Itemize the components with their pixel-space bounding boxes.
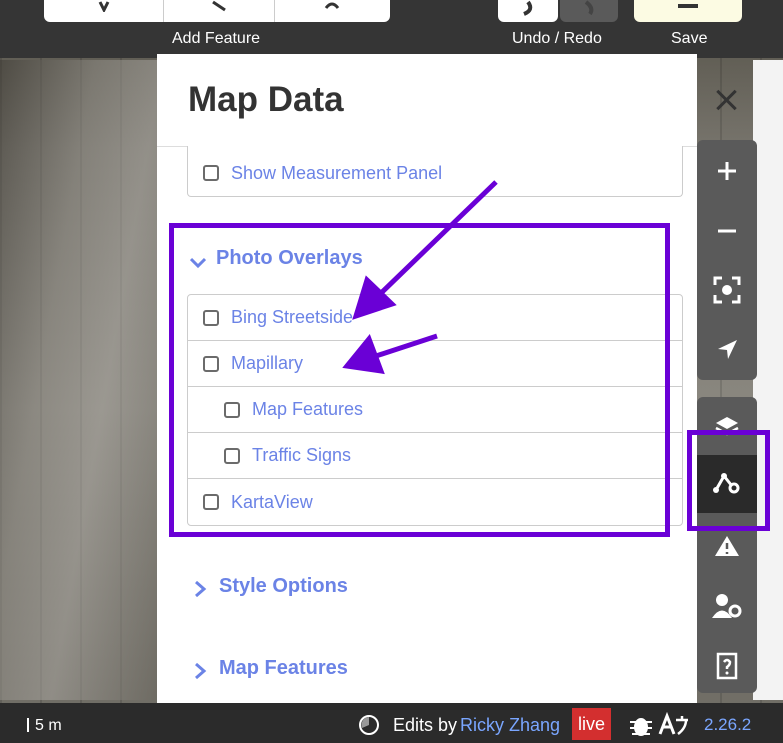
version-link[interactable]: 2.26.2 — [704, 715, 751, 735]
bug-icon[interactable] — [628, 712, 654, 738]
user-link[interactable]: Ricky Zhang — [460, 715, 560, 736]
scale-bar — [27, 718, 29, 732]
translate-icon[interactable] — [658, 712, 690, 738]
scale-label: 5 m — [35, 717, 62, 734]
arrow-head-mapillary — [342, 334, 385, 375]
arrow-to-mapillary — [375, 333, 438, 359]
annotation-arrows — [342, 180, 498, 375]
history-icon[interactable] — [358, 714, 380, 736]
edits-by-text: Edits by — [393, 715, 458, 735]
arrow-to-bing — [376, 180, 498, 298]
live-badge: live — [572, 708, 611, 740]
